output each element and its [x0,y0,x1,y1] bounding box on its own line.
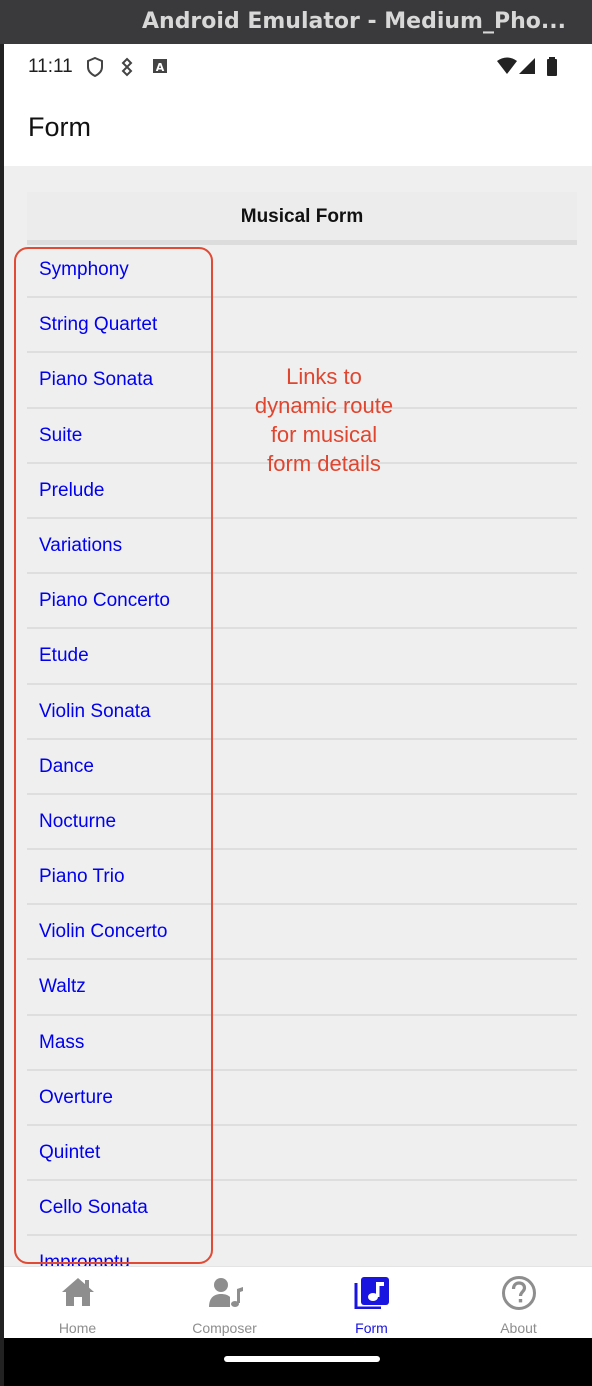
status-bar: 11:11 A [4,44,592,90]
form-link-etude[interactable]: Etude [39,645,89,667]
svg-text:A: A [156,61,165,74]
form-link-overture[interactable]: Overture [39,1087,113,1109]
help-circle-icon [502,1276,536,1310]
table-header: Musical Form [27,192,577,245]
phone-screen: 11:11 A Form Musical Form Symphony Strin… [4,44,592,1386]
shield-icon [86,56,104,82]
list-item: Violin Concerto [27,905,577,961]
composer-icon [209,1278,243,1307]
form-link-piano-sonata[interactable]: Piano Sonata [39,369,153,391]
form-link-suite[interactable]: Suite [39,425,82,447]
list-item: Cello Sonata [27,1181,577,1237]
form-link-piano-trio[interactable]: Piano Trio [39,866,125,888]
status-time: 11:11 [28,56,73,77]
list-item: Etude [27,629,577,685]
form-link-nocturne[interactable]: Nocturne [39,811,116,833]
list-item: Variations [27,519,577,575]
app-bar: Form [4,90,592,166]
annotation-callout: Links to dynamic route for musical form … [254,364,394,476]
list-item: Dance [27,740,577,795]
form-link-violin-concerto[interactable]: Violin Concerto [39,921,168,943]
emulator-window: Android Emulator - Medium_Pho... 11:11 A [0,0,592,1386]
tab-label-composer: Composer [192,1320,257,1336]
window-title: Android Emulator - Medium_Pho... [0,0,592,44]
list-item: Nocturne [27,795,577,851]
page-title: Form [28,112,91,142]
tab-label-form: Form [355,1320,388,1336]
form-link-quintet[interactable]: Quintet [39,1142,100,1164]
home-icon [62,1278,94,1306]
sync-icon [120,57,134,82]
list-item: Piano Trio [27,850,577,906]
list-item: Quintet [27,1126,577,1182]
form-link-violin-sonata[interactable]: Violin Sonata [39,701,151,723]
form-list-content[interactable]: Musical Form Symphony String Quartet Pia… [4,166,592,1292]
form-link-mass[interactable]: Mass [39,1032,84,1054]
tab-composer[interactable]: Composer [151,1267,298,1339]
keyboard-a-icon: A [152,57,168,80]
battery-icon [546,57,558,82]
list-item: Mass [27,1016,577,1071]
signal-icon [518,57,536,80]
bottom-tab-bar: Home Composer Form About [4,1266,592,1339]
list-item: Overture [27,1071,577,1126]
list-item: String Quartet [27,298,577,354]
form-link-waltz[interactable]: Waltz [39,976,86,998]
table-header-label: Musical Form [240,206,364,227]
list-item: Symphony [27,243,577,299]
form-link-piano-concerto[interactable]: Piano Concerto [39,590,170,612]
tab-label-about: About [500,1320,537,1336]
music-note-icon [354,1277,389,1309]
form-link-string-quartet[interactable]: String Quartet [39,314,157,336]
form-link-cello-sonata[interactable]: Cello Sonata [39,1197,148,1219]
form-link-prelude[interactable]: Prelude [39,480,105,502]
tab-home[interactable]: Home [4,1267,151,1339]
system-navigation-bar [4,1338,592,1386]
home-gesture-handle[interactable] [224,1356,380,1362]
tab-label-home: Home [58,1320,97,1336]
form-link-variations[interactable]: Variations [39,535,122,557]
tab-form[interactable]: Form [298,1267,445,1339]
form-link-symphony[interactable]: Symphony [39,259,129,281]
form-link-dance[interactable]: Dance [39,756,94,778]
wifi-icon [496,57,518,80]
tab-about[interactable]: About [445,1267,592,1339]
list-item: Piano Concerto [27,574,577,630]
list-item: Waltz [27,960,577,1016]
list-item: Violin Sonata [27,685,577,740]
